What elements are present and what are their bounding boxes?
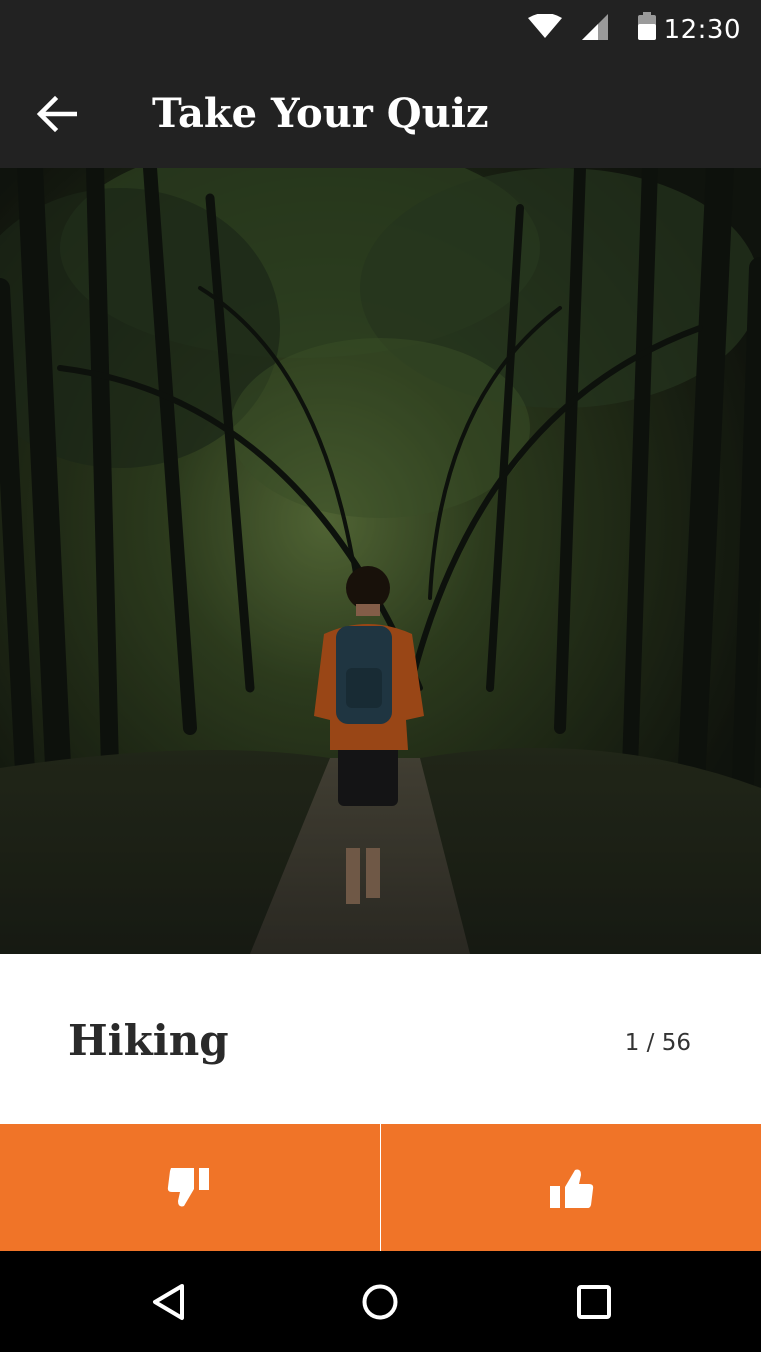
system-nav-bar — [0, 1251, 761, 1352]
nav-back-button[interactable] — [142, 1275, 196, 1329]
thumbs-up-icon — [550, 1169, 594, 1208]
app-bar: Take Your Quiz — [0, 62, 761, 168]
arrow-left-icon — [36, 95, 77, 133]
quiz-progress: 1 / 56 — [624, 1030, 691, 1056]
thumbs-down-icon — [167, 1167, 209, 1206]
quiz-topic: Hiking — [68, 1016, 229, 1065]
back-triangle-icon — [153, 1284, 184, 1320]
wifi-icon — [528, 14, 562, 38]
quiz-image — [0, 168, 761, 954]
cell-signal-icon — [582, 14, 608, 40]
status-time: 12:30 — [663, 15, 741, 45]
recents-square-icon — [577, 1285, 611, 1319]
home-circle-icon — [362, 1284, 398, 1320]
forest-hiker-photo — [0, 168, 761, 954]
dislike-button[interactable] — [0, 1124, 380, 1251]
page-title: Take Your Quiz — [152, 90, 489, 137]
like-button[interactable] — [381, 1124, 761, 1251]
battery-icon — [638, 12, 656, 40]
quiz-info: Hiking 1 / 56 — [0, 954, 761, 1124]
answer-actions — [0, 1124, 761, 1251]
nav-home-button[interactable] — [353, 1275, 407, 1329]
nav-recents-button[interactable] — [567, 1275, 621, 1329]
back-button[interactable] — [28, 86, 84, 142]
status-bar: 12:30 — [0, 0, 761, 62]
